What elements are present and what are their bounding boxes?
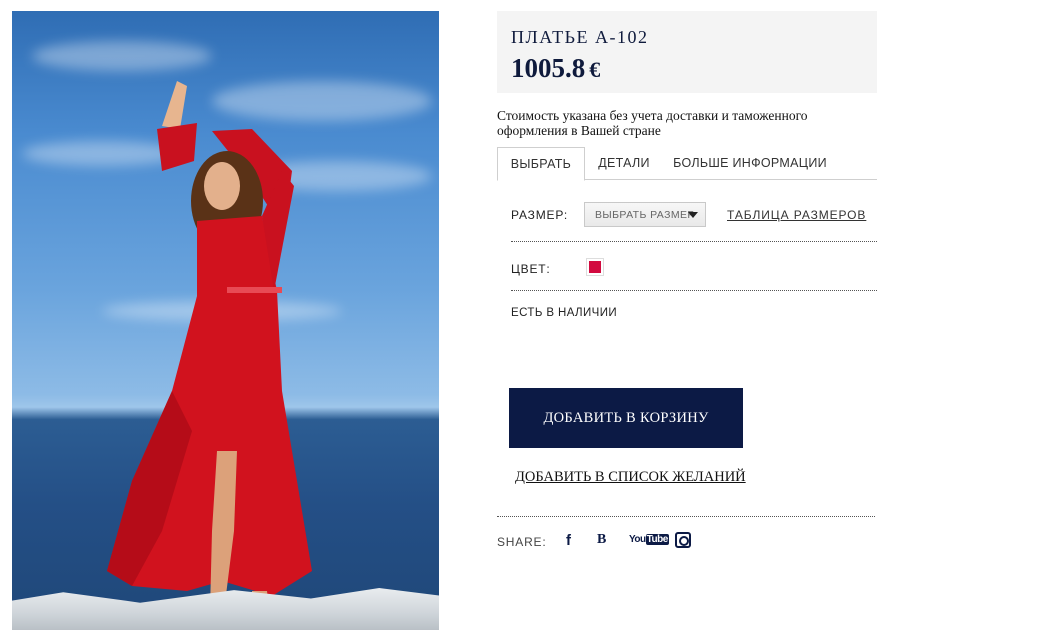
size-select-value: ВЫБРАТЬ РАЗМЕР (595, 209, 695, 221)
dropdown-arrow-icon (688, 212, 698, 218)
size-select[interactable]: ВЫБРАТЬ РАЗМЕР (584, 202, 706, 227)
color-swatch-fill (589, 261, 601, 273)
model-figure (107, 81, 312, 616)
size-label: РАЗМЕР: (511, 208, 568, 222)
youtube-icon[interactable]: YouTube (629, 534, 669, 552)
facebook-icon[interactable]: f (566, 532, 571, 550)
divider (497, 516, 875, 517)
product-tabs: ВЫБРАТЬ ДЕТАЛИ БОЛЬШЕ ИНФОРМАЦИИ (497, 147, 877, 181)
tab-details[interactable]: ДЕТАЛИ (589, 147, 659, 180)
share-label: SHARE: (497, 535, 547, 549)
product-photo[interactable] (12, 11, 439, 630)
add-to-cart-button[interactable]: ДОБАВИТЬ В КОРЗИНУ (509, 388, 743, 448)
shipping-note: Стоимость указана без учета доставки и т… (497, 108, 808, 138)
instagram-icon[interactable] (675, 532, 691, 548)
divider (511, 241, 877, 242)
add-to-wishlist-link[interactable]: ДОБАВИТЬ В СПИСОК ЖЕЛАНИЙ (515, 469, 746, 486)
tab-select[interactable]: ВЫБРАТЬ (497, 147, 585, 181)
availability-status: ЕСТЬ В НАЛИЧИИ (511, 307, 618, 319)
size-chart-link[interactable]: ТАБЛИЦА РАЗМЕРОВ (727, 208, 866, 222)
product-title: ПЛАТЬЕ А-102 (511, 27, 649, 47)
price-value: 1005.8 (511, 53, 586, 83)
divider (511, 290, 877, 291)
product-price: 1005.8 € (511, 53, 600, 84)
color-swatch[interactable] (586, 258, 604, 276)
color-label: ЦВЕТ: (511, 262, 551, 276)
product-header: ПЛАТЬЕ А-102 1005.8 € (497, 11, 877, 93)
photo-rock (12, 588, 439, 630)
vkontakte-icon[interactable]: B (597, 532, 606, 550)
tab-more-info[interactable]: БОЛЬШЕ ИНФОРМАЦИИ (669, 147, 831, 180)
currency-symbol: € (589, 57, 601, 82)
